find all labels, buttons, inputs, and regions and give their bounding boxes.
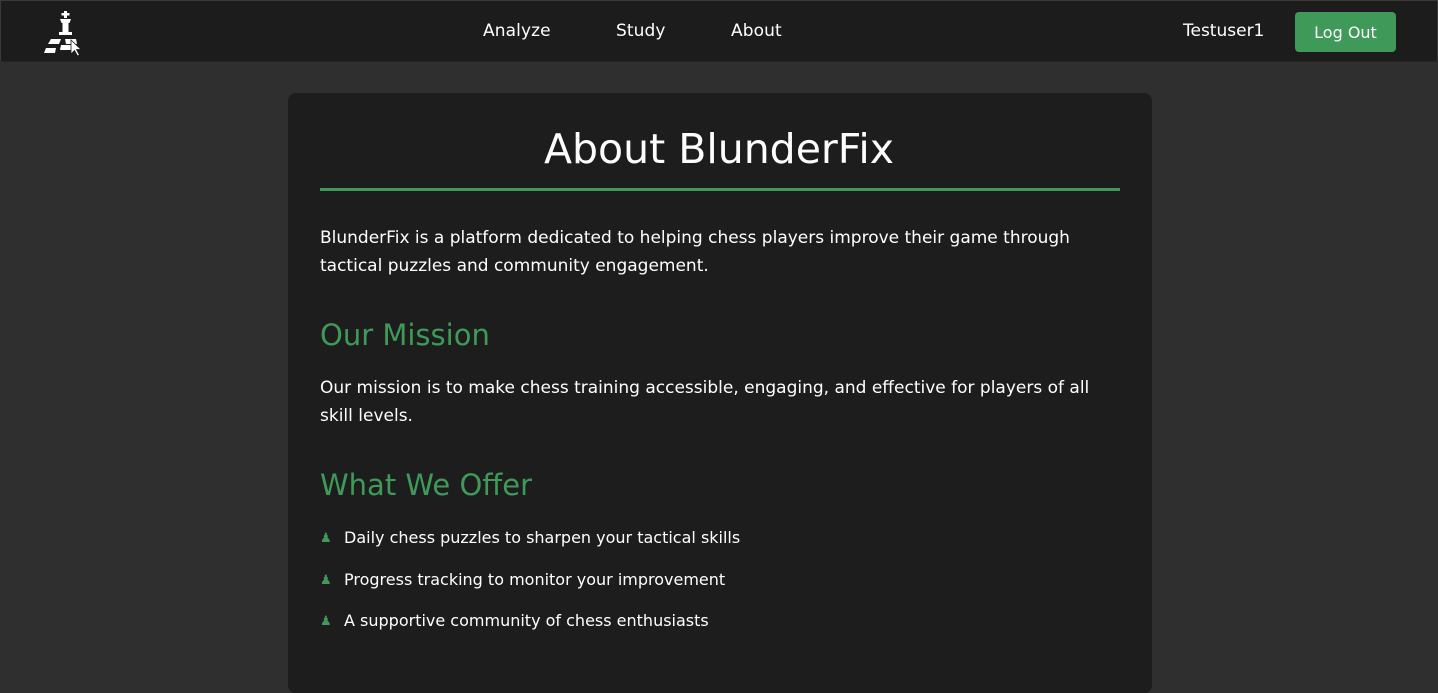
list-item: ♟ A supportive community of chess enthus… (320, 607, 1120, 649)
mission-heading: Our Mission (320, 318, 490, 352)
offer-item-text: Daily chess puzzles to sharpen your tact… (344, 528, 741, 547)
username-label: Testuser1 (1183, 21, 1265, 41)
navbar: Analyze Study About Testuser1 Log Out (0, 0, 1438, 62)
title-divider (320, 188, 1120, 191)
intro-paragraph: BlunderFix is a platform dedicated to he… (320, 228, 1070, 276)
pawn-icon: ♟ (320, 531, 332, 546)
nav-link-study[interactable]: Study (616, 21, 666, 41)
offer-heading: What We Offer (320, 468, 533, 502)
mission-paragraph: Our mission is to make chess training ac… (320, 378, 1090, 426)
logout-button[interactable]: Log Out (1295, 12, 1396, 52)
nav-link-analyze[interactable]: Analyze (483, 21, 551, 41)
offer-item-text: A supportive community of chess enthusia… (344, 611, 709, 630)
page-title: About BlunderFix (543, 125, 895, 173)
offer-item-text: Progress tracking to monitor your improv… (344, 569, 726, 589)
chess-king-logo-icon[interactable] (43, 10, 89, 57)
pawn-icon: ♟ (320, 614, 332, 629)
nav-link-about[interactable]: About (731, 21, 782, 41)
list-item: ♟ Progress tracking to monitor your impr… (320, 566, 1120, 608)
offer-list: ♟ Daily chess puzzles to sharpen your ta… (320, 524, 1120, 649)
pawn-icon: ♟ (320, 572, 332, 588)
list-item: ♟ Daily chess puzzles to sharpen your ta… (320, 524, 1120, 566)
